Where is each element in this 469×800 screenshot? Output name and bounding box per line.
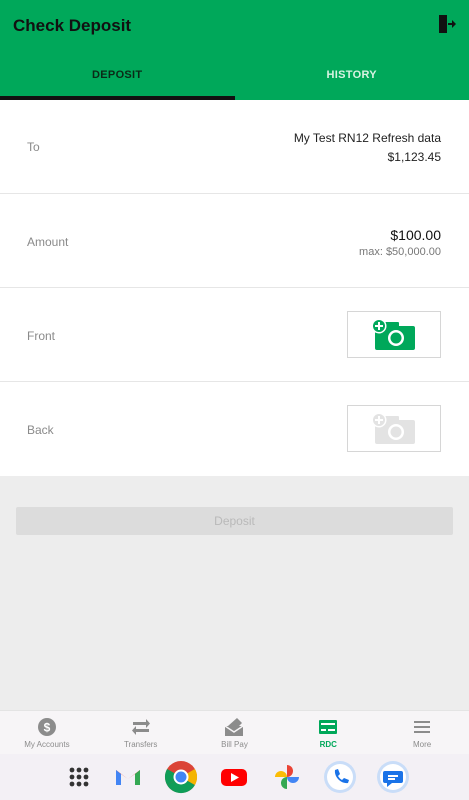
tab-history[interactable]: HISTORY	[235, 58, 469, 100]
add-photo-icon	[371, 412, 415, 444]
bill-pay-icon	[224, 717, 244, 737]
phone-icon[interactable]	[323, 760, 357, 794]
tab-label: DEPOSIT	[92, 69, 143, 81]
dollar-circle-icon: $	[37, 717, 57, 737]
account-balance: $1,123.45	[387, 150, 441, 164]
nav-my-accounts[interactable]: $ My Accounts	[0, 711, 94, 754]
tab-label: HISTORY	[326, 69, 377, 81]
front-label: Front	[27, 329, 56, 343]
check-icon	[318, 717, 338, 737]
tab-deposit[interactable]: DEPOSIT	[0, 58, 235, 100]
gmail-icon[interactable]	[111, 760, 145, 794]
tab-bar: DEPOSIT HISTORY	[0, 58, 469, 100]
nav-transfers[interactable]: Transfers	[94, 711, 188, 754]
to-account-details: My Test RN12 Refresh data $1,123.45	[294, 131, 441, 164]
nav-label: More	[412, 740, 432, 749]
nav-label: My Accounts	[24, 740, 70, 749]
to-account-row[interactable]: To My Test RN12 Refresh data $1,123.45	[0, 100, 469, 194]
amount-details: $100.00 max: $50,000.00	[359, 227, 441, 258]
messages-icon[interactable]	[376, 760, 410, 794]
photos-icon[interactable]	[270, 760, 304, 794]
back-capture-button[interactable]	[347, 405, 441, 452]
amount-value: $100.00	[390, 227, 441, 243]
front-image-row: Front	[0, 288, 469, 382]
nav-more[interactable]: More	[375, 711, 469, 754]
nav-label: Transfers	[123, 740, 158, 749]
nav-rdc[interactable]: RDC	[281, 711, 375, 754]
svg-text:$: $	[44, 721, 51, 735]
logout-icon[interactable]	[436, 14, 456, 34]
nav-label: RDC	[319, 740, 337, 749]
amount-max: max: $50,000.00	[359, 246, 441, 258]
youtube-icon[interactable]	[217, 760, 251, 794]
menu-icon	[412, 717, 432, 737]
deposit-button[interactable]: Deposit	[16, 507, 453, 535]
deposit-form: To My Test RN12 Refresh data $1,123.45 A…	[0, 100, 469, 476]
back-label: Back	[27, 423, 54, 437]
app-drawer-icon[interactable]	[62, 760, 96, 794]
android-dock	[0, 754, 469, 800]
to-label: To	[27, 140, 40, 154]
back-image-row: Back	[0, 382, 469, 476]
amount-label: Amount	[27, 235, 69, 249]
amount-row[interactable]: Amount $100.00 max: $50,000.00	[0, 194, 469, 288]
transfer-arrows-icon	[131, 717, 151, 737]
nav-label: Bill Pay	[221, 740, 248, 749]
page-title: Check Deposit	[13, 16, 132, 35]
front-capture-button[interactable]	[347, 311, 441, 358]
add-photo-icon	[371, 318, 415, 350]
chrome-icon[interactable]	[164, 760, 198, 794]
account-name: My Test RN12 Refresh data	[293, 131, 441, 145]
nav-bill-pay[interactable]: Bill Pay	[188, 711, 282, 754]
bottom-nav: $ My Accounts Transfers Bill Pay RDC Mor…	[0, 710, 469, 754]
app-bar: Check Deposit DEPOSIT HISTORY	[0, 0, 469, 100]
